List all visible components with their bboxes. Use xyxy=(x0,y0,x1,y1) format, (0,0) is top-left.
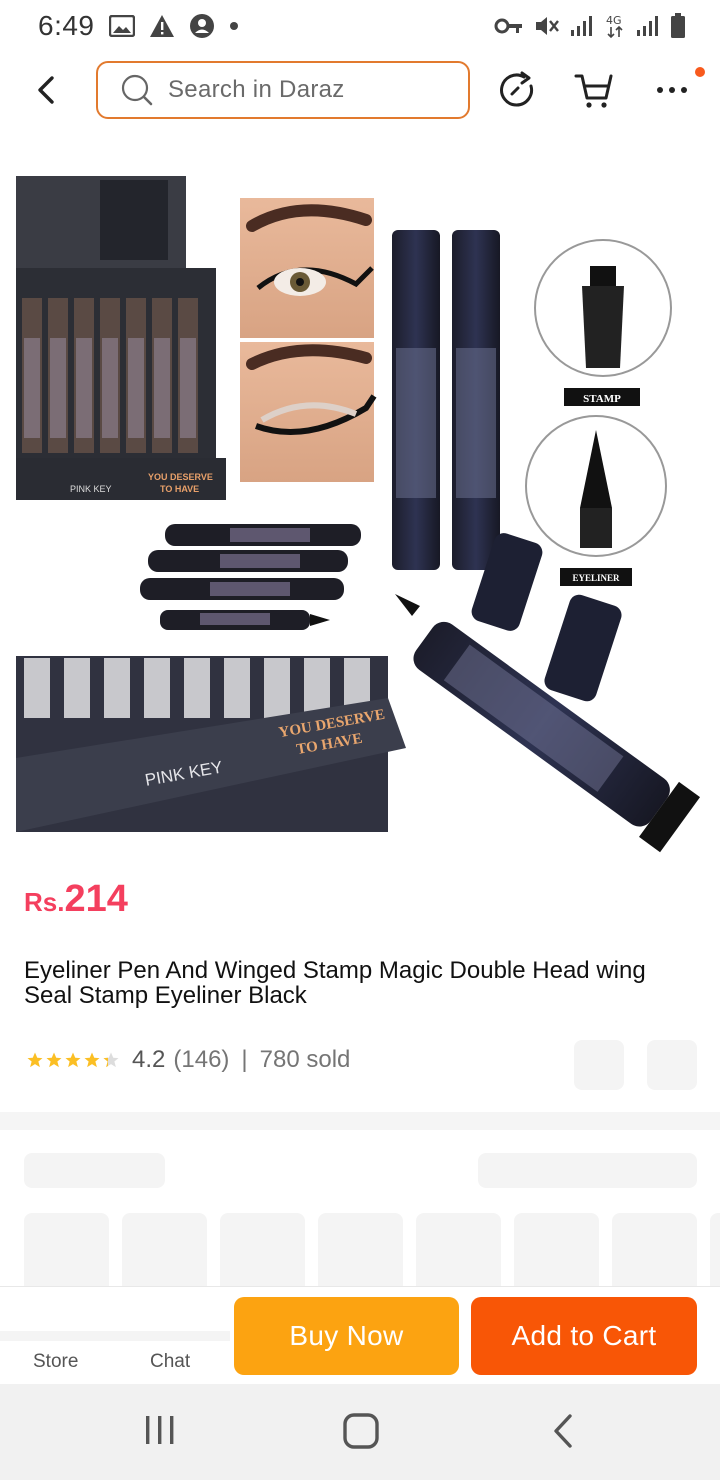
image-slogan-small-2: TO HAVE xyxy=(160,484,199,494)
more-badge xyxy=(695,67,705,77)
mute-icon xyxy=(536,17,559,35)
image-brand-small: PINK KEY xyxy=(70,484,112,494)
back-icon[interactable] xyxy=(30,72,66,108)
tip-circles: STAMP EYELINER xyxy=(525,239,672,586)
notification-dot-icon xyxy=(229,22,238,30)
rating-value: 4.2 xyxy=(132,1046,166,1073)
vpn-key-icon xyxy=(494,18,522,34)
account-icon xyxy=(189,14,214,38)
skeleton-heading xyxy=(24,1153,165,1188)
product-title: Eyeliner Pen And Winged Stamp Magic Doub… xyxy=(24,957,646,1009)
recent-apps-icon[interactable] xyxy=(144,1412,176,1448)
svg-text:4G: 4G xyxy=(606,14,622,27)
cart-icon[interactable] xyxy=(574,70,614,110)
search-placeholder: Search in Daraz xyxy=(168,76,345,103)
diagonal-pen xyxy=(395,533,701,853)
nav-back-icon[interactable] xyxy=(548,1412,578,1450)
star-icon xyxy=(46,1052,62,1068)
star-half-icon xyxy=(103,1052,119,1068)
wishlist-placeholder[interactable] xyxy=(574,1040,624,1090)
rating-row[interactable]: 4.2 (146) | 780 sold xyxy=(26,1046,350,1074)
buy-now-button[interactable]: Buy Now xyxy=(234,1297,459,1375)
sold-count: 780 sold xyxy=(259,1046,351,1073)
price-currency: Rs. xyxy=(24,887,65,917)
add-to-cart-button[interactable]: Add to Cart xyxy=(471,1297,697,1375)
status-time: 6:49 xyxy=(38,10,95,41)
review-count: (146) xyxy=(173,1046,230,1073)
signal-icon xyxy=(571,16,592,36)
skeleton-heading-right xyxy=(478,1153,697,1188)
home-icon[interactable] xyxy=(342,1412,380,1450)
product-price: Rs. 214 xyxy=(24,878,128,921)
warning-icon xyxy=(149,15,174,37)
image-eyeliner-label: EYELINER xyxy=(572,573,620,583)
status-bar: 6:49 4G xyxy=(0,0,720,52)
display-box-left: PINK KEY YOU DESERVE TO HAVE xyxy=(16,176,226,500)
vertical-pens xyxy=(392,230,500,570)
rating-stars xyxy=(26,1051,120,1069)
section-divider xyxy=(0,1112,720,1130)
star-icon xyxy=(27,1052,43,1068)
battery-icon xyxy=(671,13,685,38)
search-input[interactable]: Search in Daraz xyxy=(96,61,470,119)
star-icon xyxy=(65,1052,81,1068)
image-slogan-small-1: YOU DESERVE xyxy=(148,472,213,482)
share-placeholder[interactable] xyxy=(647,1040,697,1090)
system-nav-bar xyxy=(0,1384,720,1480)
search-icon xyxy=(121,74,153,106)
gallery-icon xyxy=(108,15,135,37)
signal-icon-2 xyxy=(637,16,658,36)
store-button[interactable]: Store xyxy=(33,1351,78,1373)
price-amount: 214 xyxy=(64,878,128,920)
horizontal-pens xyxy=(140,524,361,630)
history-icon[interactable] xyxy=(498,70,538,110)
rating-separator: | xyxy=(241,1046,248,1073)
image-stamp-label: STAMP xyxy=(583,393,621,405)
eye-photos xyxy=(240,198,377,482)
network-4g-icon: 4G xyxy=(606,14,623,39)
more-icon[interactable] xyxy=(654,70,694,110)
product-image[interactable]: PINK KEY YOU DESERVE TO HAVE STAMP EYELI… xyxy=(0,158,720,858)
skeleton-strip xyxy=(0,1331,230,1341)
star-icon xyxy=(84,1052,100,1068)
top-header: Search in Daraz xyxy=(0,56,720,126)
display-box-bottom: PINK KEY YOU DESERVE TO HAVE xyxy=(16,656,406,832)
bottom-action-bar: Store Chat Buy Now Add to Cart xyxy=(0,1286,720,1384)
chat-button[interactable]: Chat xyxy=(150,1351,190,1373)
